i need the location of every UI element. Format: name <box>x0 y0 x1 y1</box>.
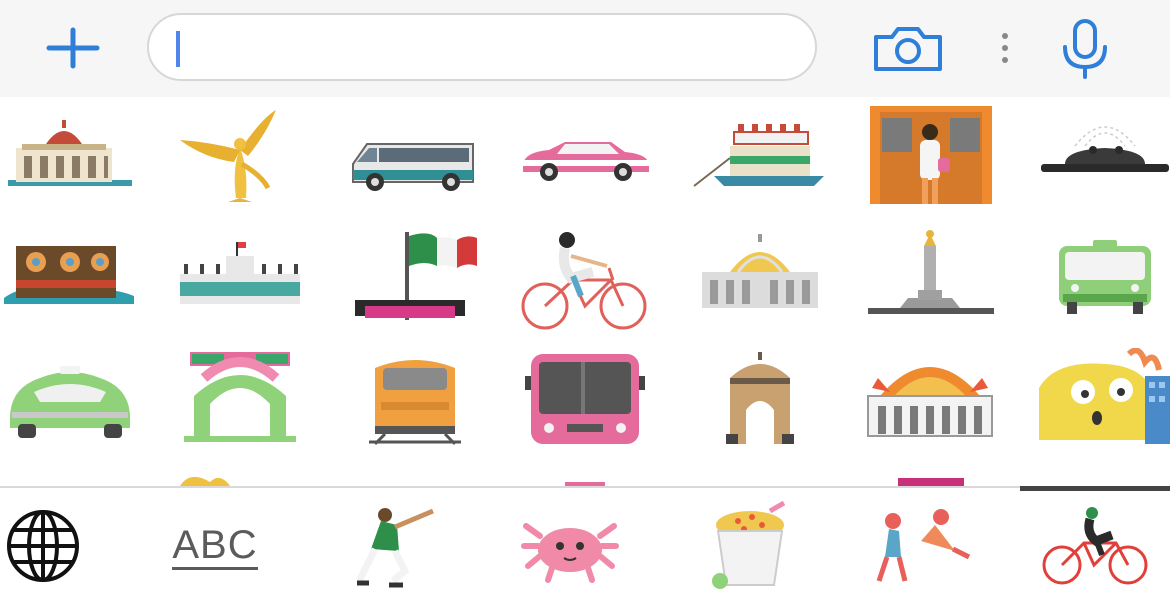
tab-cyclist[interactable] <box>1030 492 1160 600</box>
sticker-partial-pink[interactable] <box>515 468 655 486</box>
sticker-sunburst-palace[interactable] <box>860 348 1000 466</box>
sticker-green-bus[interactable] <box>1035 226 1170 344</box>
plus-icon[interactable] <box>38 22 108 74</box>
abc-keyboard-tab[interactable]: ABC <box>150 492 280 600</box>
tab-axolotl[interactable] <box>515 492 625 600</box>
keyboard-top-bar <box>0 0 1170 97</box>
sticker-pink-metrobus[interactable] <box>515 348 655 466</box>
sticker-bellas-artes-dome[interactable] <box>690 226 830 344</box>
microphone-icon[interactable] <box>1055 16 1115 82</box>
sticker-pink-taxi[interactable] <box>515 98 655 216</box>
camera-icon[interactable] <box>868 20 948 76</box>
sticker-revolution-monument[interactable] <box>690 348 830 466</box>
sticker-orange-metro-train[interactable] <box>345 348 485 466</box>
tab-soccer-player[interactable] <box>340 492 450 600</box>
sticker-partial-yellow[interactable] <box>170 468 310 486</box>
tab-divider <box>0 486 1170 488</box>
sticker-vw-beetle-taxi[interactable] <box>0 348 140 466</box>
globe-icon[interactable] <box>0 492 90 600</box>
sticker-zocalo-buildings[interactable] <box>170 226 310 344</box>
sticker-cyclist[interactable] <box>515 226 655 344</box>
more-vertical-icon[interactable] <box>990 25 1020 71</box>
selected-tab-indicator <box>1020 486 1170 491</box>
sticker-keyboard: ABC <box>0 0 1170 600</box>
sticker-microbus[interactable] <box>345 98 485 216</box>
sticker-category-tabs: ABC <box>0 492 1170 600</box>
abc-label: ABC <box>172 523 258 570</box>
sticker-mural-building[interactable] <box>0 226 140 344</box>
sticker-trajinera[interactable] <box>690 98 830 216</box>
text-cursor <box>176 31 180 67</box>
sticker-arch-monument[interactable] <box>170 348 310 466</box>
tab-wrestlers[interactable] <box>860 492 980 600</box>
sticker-metro-doors[interactable] <box>860 98 1000 216</box>
sticker-grid <box>0 98 1170 486</box>
sticker-cdmx-flag[interactable] <box>345 226 485 344</box>
sticker-palacio-de-bellas-artes[interactable] <box>0 98 140 216</box>
sticker-fountain[interactable] <box>1035 98 1170 216</box>
sticker-partial-magenta[interactable] <box>860 468 1000 486</box>
sticker-angel-de-la-independencia[interactable] <box>170 98 310 216</box>
sticker-yellow-axolotl-character[interactable] <box>1035 348 1170 466</box>
search-field[interactable] <box>147 13 817 81</box>
tab-esquites-cup[interactable] <box>695 492 805 600</box>
search-input[interactable] <box>177 27 777 67</box>
sticker-independence-monument[interactable] <box>860 226 1000 344</box>
